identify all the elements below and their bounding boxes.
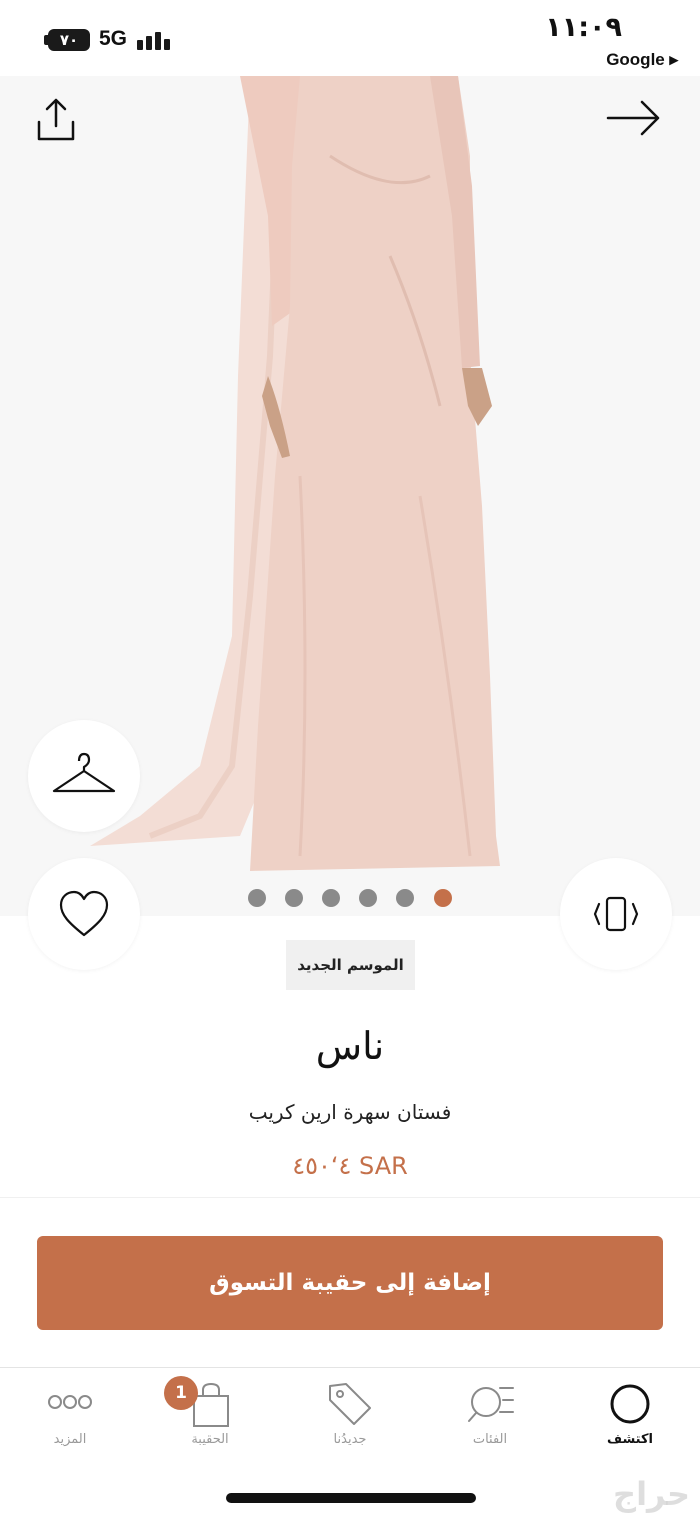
phone-rotate-icon (593, 896, 639, 932)
tab-label: جديدُنا (333, 1432, 367, 1447)
carousel-dot[interactable] (322, 889, 340, 907)
carousel-dot[interactable] (285, 889, 303, 907)
tag-icon (329, 1383, 371, 1425)
carousel-dot-active[interactable] (434, 889, 452, 907)
size-guide-button[interactable] (28, 720, 140, 832)
carousel-dot[interactable] (359, 889, 377, 907)
tab-label: اكتشف (606, 1432, 654, 1447)
network-type: 5G (99, 27, 128, 50)
new-season-badge: الموسم الجديد (286, 940, 415, 990)
share-icon (37, 98, 75, 141)
battery-indicator: ٧٠ (48, 29, 90, 51)
tab-label: الفئات (472, 1432, 508, 1447)
heart-icon (59, 890, 109, 937)
back-to-app-link[interactable]: Google ▸ (606, 50, 678, 70)
share-button[interactable] (30, 94, 82, 146)
product-price: ٤‘٤٥٠ SAR (292, 1152, 408, 1180)
forward-button[interactable] (604, 96, 664, 140)
add-to-bag-button[interactable]: إضافة إلى حقيبة التسوق (37, 1236, 663, 1330)
categories-icon (468, 1387, 514, 1422)
status-bar: ٧٠ 5G ١١:٠٩ Google ▸ (0, 0, 700, 76)
view-in-ar-button[interactable] (560, 858, 672, 970)
discover-icon (610, 1384, 650, 1424)
watermark-logo: حراج (613, 1475, 690, 1513)
carousel-dot[interactable] (248, 889, 266, 907)
carousel-dot[interactable] (396, 889, 414, 907)
brand-name[interactable]: ناس (0, 1024, 700, 1068)
tab-new-in[interactable]: جديدُنا (290, 1374, 410, 1464)
bag-count-badge: 1 (164, 1376, 198, 1410)
product-title: فستان سهرة ارين كريب (248, 1100, 452, 1124)
signal-icon (137, 28, 173, 50)
tab-label: الحقيبة (191, 1432, 229, 1447)
status-time: ١١:٠٩ (545, 12, 622, 43)
wishlist-button[interactable] (28, 858, 140, 970)
more-icon (48, 1395, 92, 1409)
hanger-icon (52, 752, 116, 793)
arrow-right-icon (606, 100, 660, 136)
tab-categories[interactable]: الفئات (430, 1374, 550, 1464)
home-indicator (226, 1493, 476, 1503)
tab-more[interactable]: المزيد (10, 1374, 130, 1464)
tab-discover[interactable]: اكتشف (570, 1374, 690, 1464)
tab-label: المزيد (53, 1432, 87, 1447)
